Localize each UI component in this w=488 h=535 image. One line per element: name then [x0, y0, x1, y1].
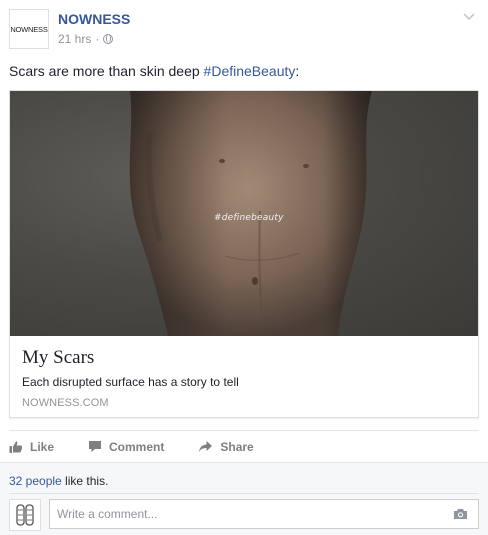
- caption-hashtag-link[interactable]: #DefineBeauty: [204, 63, 296, 79]
- commenter-avatar[interactable]: [9, 499, 41, 531]
- like-label: Like: [30, 439, 55, 454]
- user-avatar-icon: [16, 504, 34, 526]
- post-actions-bar: Like Comment Share: [9, 430, 479, 462]
- post-caption: Scars are more than skin deep #DefineBea…: [9, 63, 299, 79]
- page-avatar-logo: NOWNESS: [10, 24, 48, 34]
- link-preview-image[interactable]: #definebeauty: [10, 91, 478, 336]
- link-description: Each disrupted surface has a story to te…: [22, 375, 239, 389]
- comment-input[interactable]: [57, 507, 437, 521]
- image-overlay-hashtag: #definebeauty: [214, 213, 284, 223]
- comment-button[interactable]: Comment: [88, 432, 164, 462]
- camera-icon[interactable]: [453, 508, 468, 520]
- like-button[interactable]: Like: [9, 432, 54, 462]
- link-domain: NOWNESS.COM: [22, 397, 109, 409]
- post-footer: 32 people like this.: [0, 462, 488, 535]
- post-timestamp[interactable]: 21 hrs: [58, 32, 91, 46]
- post-meta: 21 hrs ·: [58, 32, 114, 46]
- comment-box[interactable]: [49, 499, 479, 529]
- share-icon: [199, 441, 213, 452]
- link-preview-card[interactable]: #definebeauty My Scars Each disrupted su…: [9, 90, 479, 418]
- caption-text: Scars are more than skin deep: [9, 63, 204, 79]
- page-avatar[interactable]: NOWNESS: [9, 9, 49, 49]
- comment-label: Comment: [109, 439, 165, 454]
- page-name-link[interactable]: NOWNESS: [58, 11, 130, 27]
- meta-separator: ·: [95, 32, 100, 46]
- facebook-post: NOWNESS NOWNESS 21 hrs · Scars are more …: [0, 0, 488, 535]
- link-title[interactable]: My Scars: [22, 347, 94, 369]
- caption-suffix: :: [295, 63, 300, 79]
- likes-summary: 32 people like this.: [9, 474, 108, 488]
- likes-count-link[interactable]: 32 people: [9, 474, 62, 488]
- share-label: Share: [220, 439, 254, 454]
- likes-suffix: like this.: [61, 474, 109, 488]
- share-button[interactable]: Share: [198, 432, 254, 462]
- globe-icon[interactable]: [103, 34, 114, 44]
- comment-icon: [89, 441, 102, 452]
- footer-divider: [9, 493, 479, 494]
- chevron-down-icon[interactable]: [462, 10, 476, 24]
- like-icon: [9, 440, 23, 453]
